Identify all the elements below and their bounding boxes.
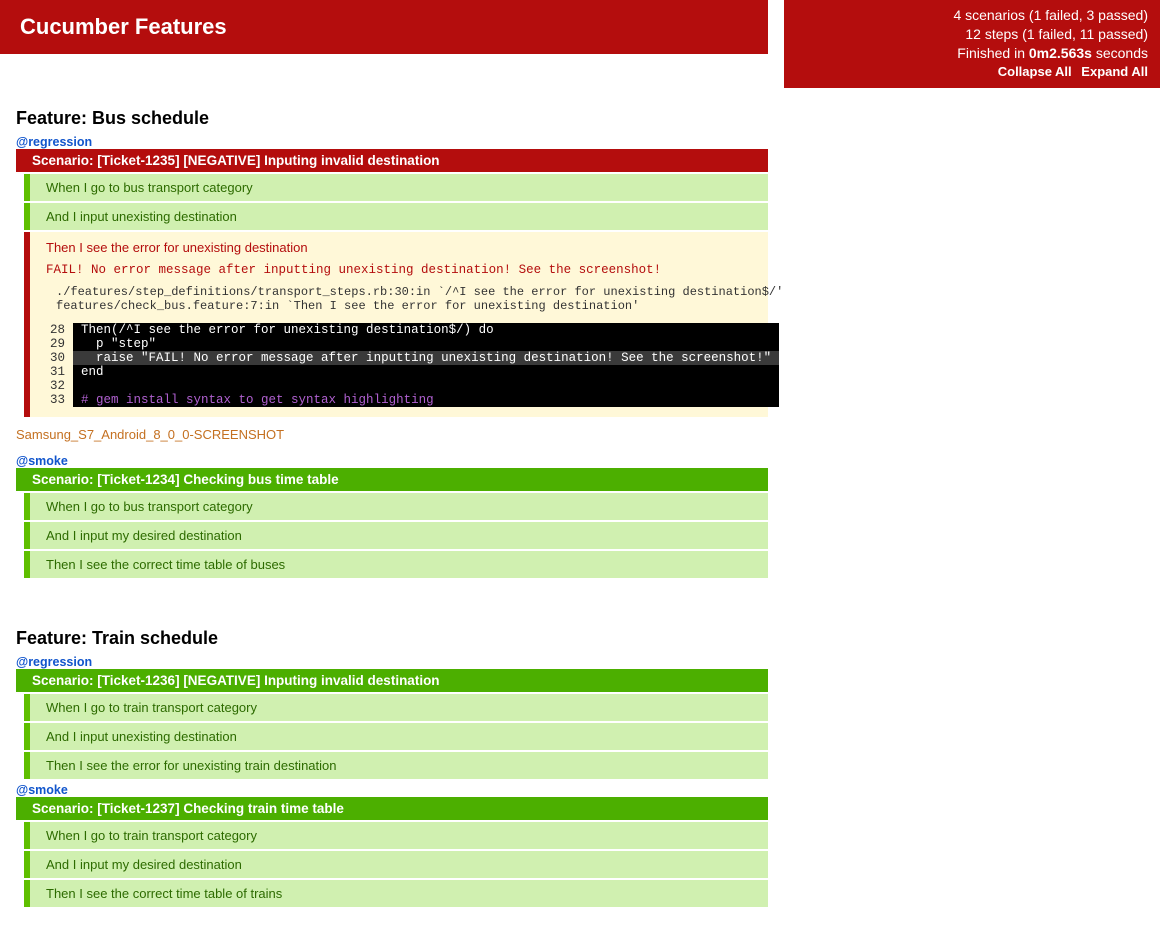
scenario-tag[interactable]: @smoke (16, 783, 768, 797)
page-title: Cucumber Features (0, 0, 768, 54)
scenario-tag[interactable]: @regression (16, 655, 768, 669)
code-line-number: 31 (46, 365, 73, 379)
feature-title: Feature: Bus schedule (16, 108, 768, 129)
step-passed: And I input unexisting destination (24, 723, 768, 750)
code-line: raise "FAIL! No error message after inpu… (73, 351, 779, 365)
summary-steps: 12 steps (1 failed, 11 passed) (796, 25, 1148, 44)
step-passed: Then I see the error for unexisting trai… (24, 752, 768, 779)
step-passed: Then I see the correct time table of bus… (24, 551, 768, 578)
step-passed: When I go to train transport category (24, 694, 768, 721)
step-failed: Then I see the error for unexisting dest… (24, 232, 768, 417)
scenario-tag[interactable]: @regression (16, 135, 768, 149)
feature-title: Feature: Train schedule (16, 628, 768, 649)
failure-message: FAIL! No error message after inputting u… (46, 263, 756, 277)
step-passed: When I go to bus transport category (24, 493, 768, 520)
scenario-header[interactable]: Scenario: [Ticket-1237] Checking train t… (16, 797, 768, 820)
code-line: end (73, 365, 779, 379)
code-line (73, 379, 779, 393)
code-line-number: 32 (46, 379, 73, 393)
expand-all-link[interactable]: Expand All (1081, 64, 1148, 79)
failed-step-name: Then I see the error for unexisting dest… (46, 240, 756, 255)
step-passed: When I go to train transport category (24, 822, 768, 849)
step-passed: And I input unexisting destination (24, 203, 768, 230)
code-line-number: 30 (46, 351, 73, 365)
scenario-header[interactable]: Scenario: [Ticket-1234] Checking bus tim… (16, 468, 768, 491)
scenario-header[interactable]: Scenario: [Ticket-1235] [NEGATIVE] Input… (16, 149, 768, 172)
summary-panel: 4 scenarios (1 failed, 3 passed) 12 step… (784, 0, 1160, 88)
summary-finished: Finished in 0m2.563s seconds (796, 44, 1148, 63)
step-passed: When I go to bus transport category (24, 174, 768, 201)
failure-backtrace: ./features/step_definitions/transport_st… (56, 285, 756, 313)
code-line-number: 29 (46, 337, 73, 351)
code-line: p "step" (73, 337, 779, 351)
code-snippet: 28Then(/^I see the error for unexisting … (46, 323, 779, 407)
summary-scenarios: 4 scenarios (1 failed, 3 passed) (796, 6, 1148, 25)
step-passed: And I input my desired destination (24, 522, 768, 549)
step-passed: Then I see the correct time table of tra… (24, 880, 768, 907)
scenario-tag[interactable]: @smoke (16, 454, 768, 468)
code-line-number: 33 (46, 393, 73, 407)
scenario-header[interactable]: Scenario: [Ticket-1236] [NEGATIVE] Input… (16, 669, 768, 692)
screenshot-link[interactable]: Samsung_S7_Android_8_0_0-SCREENSHOT (16, 427, 768, 442)
code-line: # gem install syntax to get syntax highl… (73, 393, 779, 407)
step-passed: And I input my desired destination (24, 851, 768, 878)
code-line: Then(/^I see the error for unexisting de… (73, 323, 779, 337)
code-line-number: 28 (46, 323, 73, 337)
collapse-all-link[interactable]: Collapse All (998, 64, 1072, 79)
